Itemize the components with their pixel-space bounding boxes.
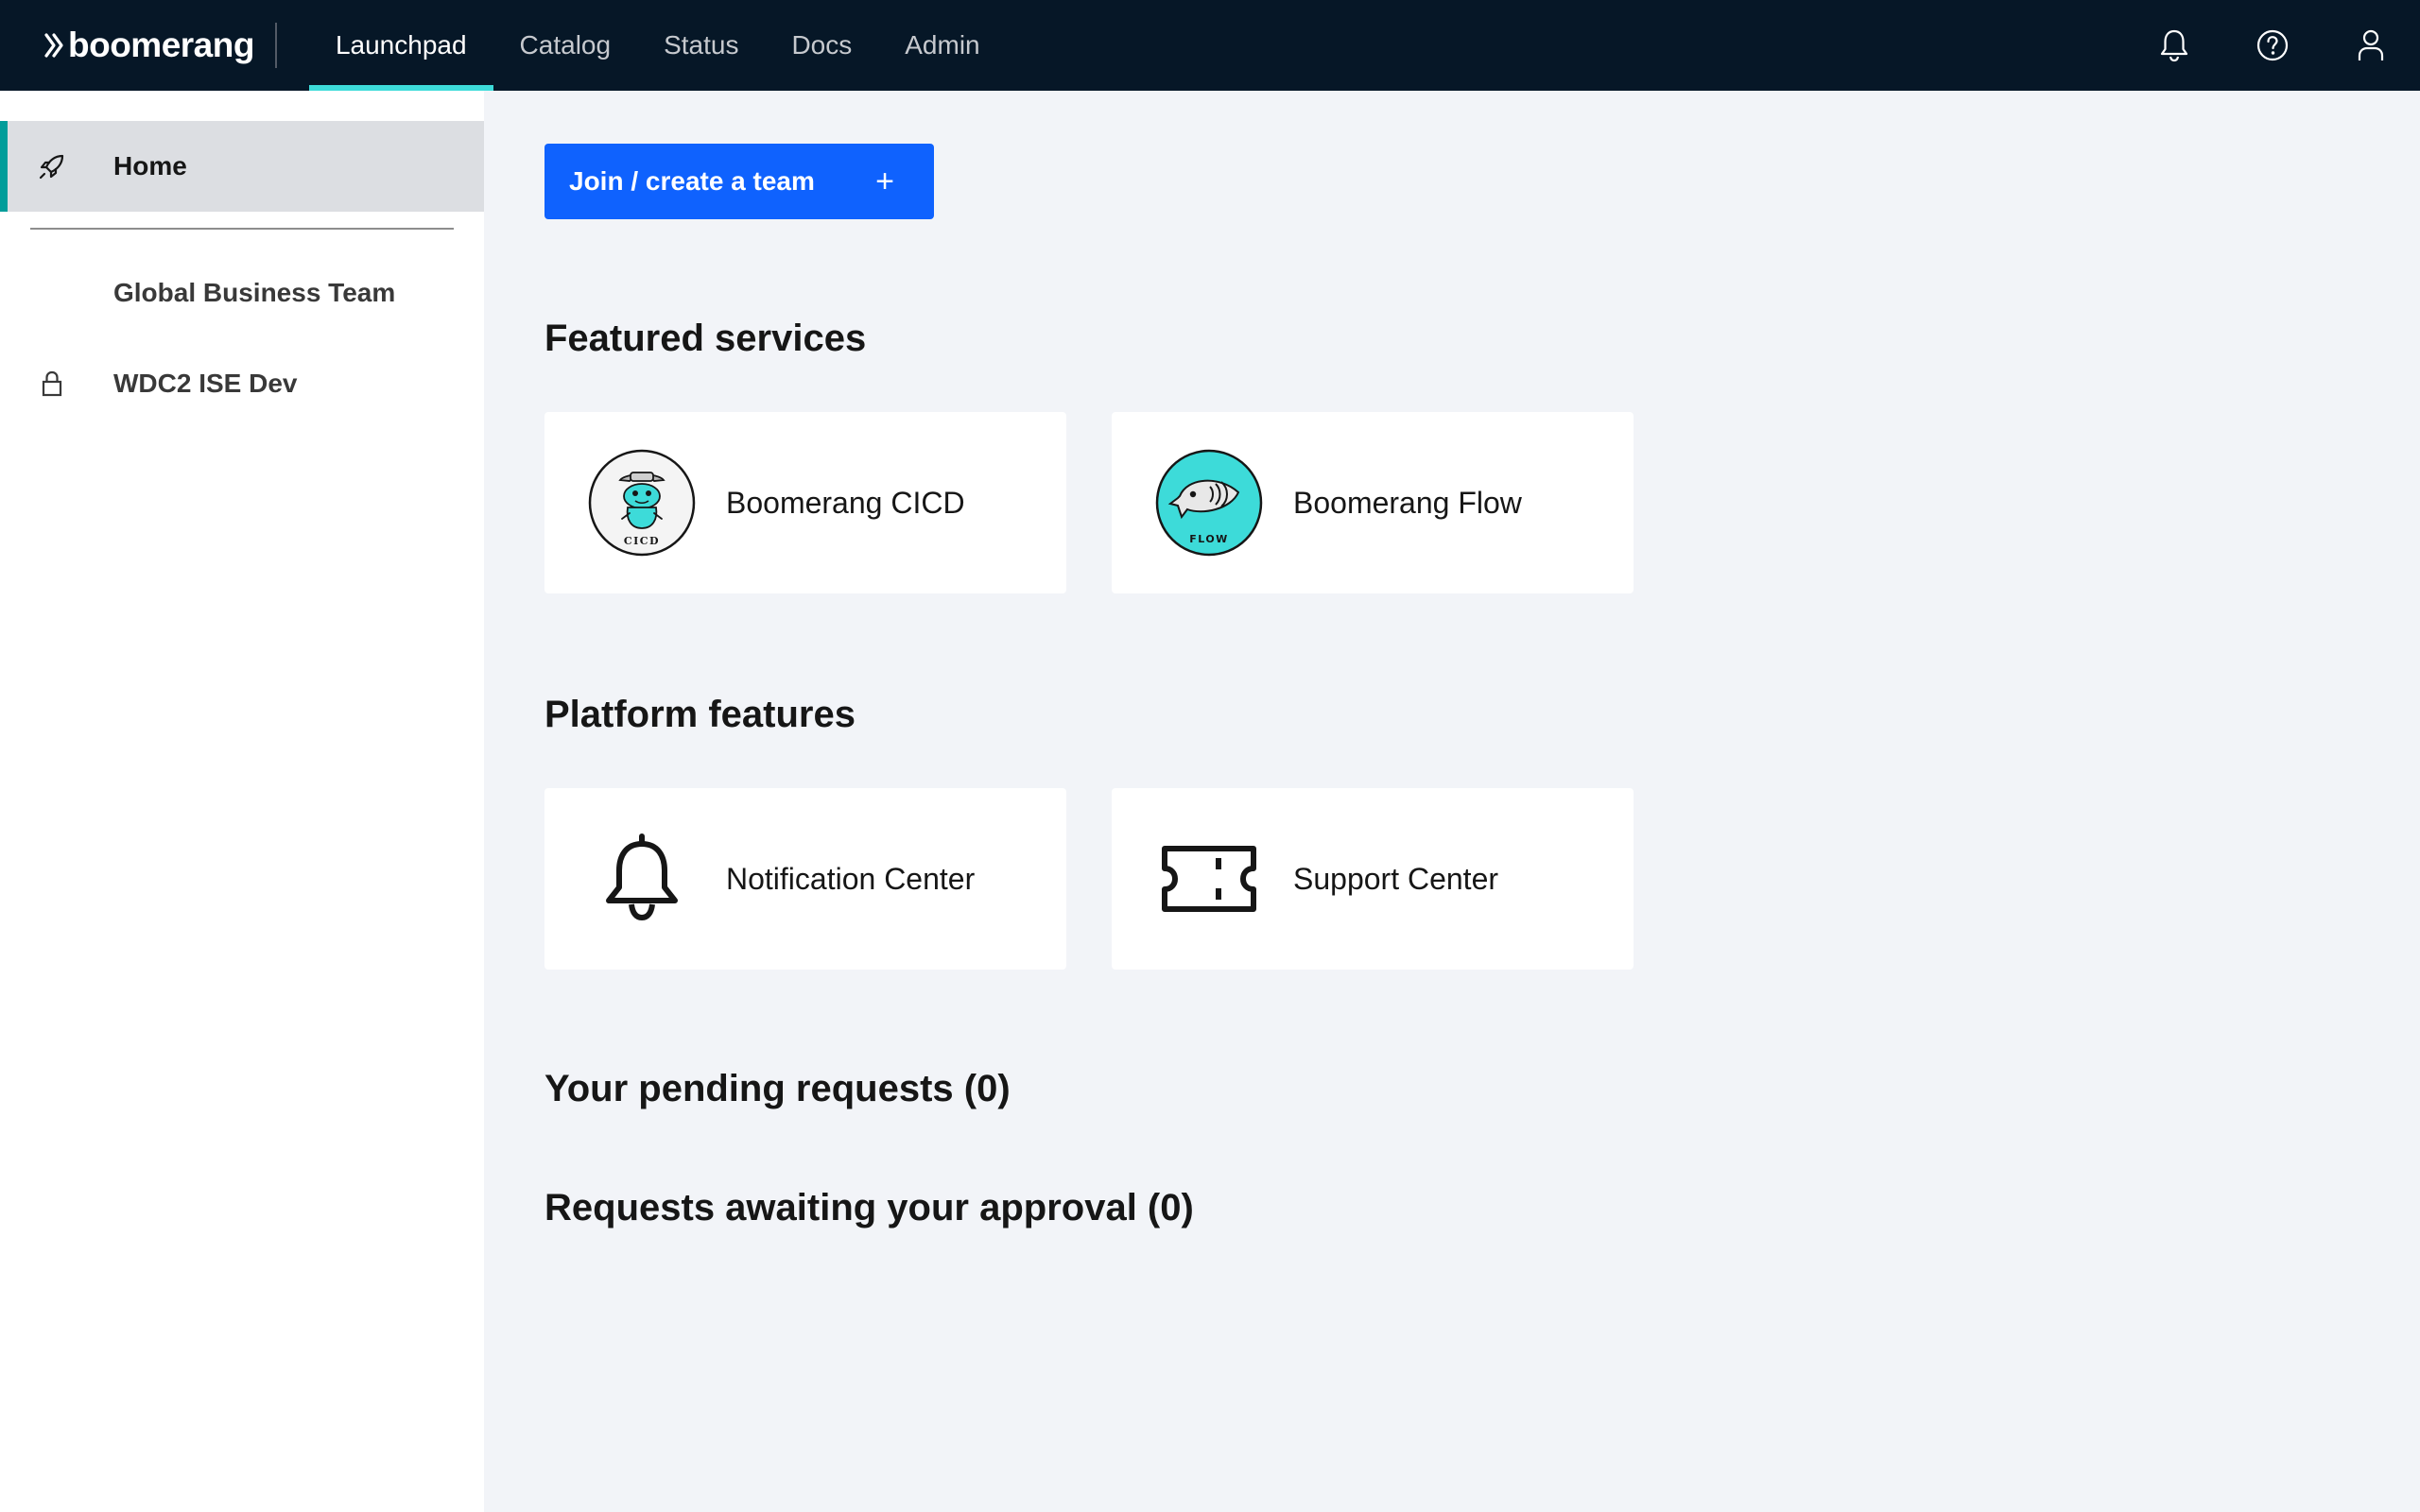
sidebar-item-label: Global Business Team <box>113 278 396 307</box>
bell-icon <box>606 833 678 921</box>
help-icon <box>2256 29 2289 61</box>
plus-icon: + <box>875 163 894 199</box>
join-create-team-button[interactable]: Join / create a team + <box>544 144 934 219</box>
sidebar-item-global-business-team[interactable]: Global Business Team <box>0 248 484 338</box>
brand-name: boomerang <box>68 26 254 64</box>
top-header: boomerang Launchpad Catalog Status Docs … <box>0 0 2420 91</box>
sidebar-divider <box>30 228 454 230</box>
pending-requests-title: Your pending requests (0) <box>544 1068 1011 1109</box>
flow-logo-icon: FLOW <box>1155 449 1263 557</box>
cicd-logo-icon: CICD <box>588 449 696 557</box>
header-nav: Launchpad Catalog Status Docs Admin <box>308 0 1007 91</box>
help-button[interactable] <box>2223 0 2322 91</box>
flow-badge-text: FLOW <box>1189 533 1229 545</box>
ticket-icon <box>1162 846 1256 912</box>
nav-launchpad[interactable]: Launchpad <box>308 0 493 91</box>
sidebar-item-label: Home <box>113 151 187 180</box>
feature-card-notification-center[interactable]: Notification Center <box>544 788 1066 970</box>
user-icon <box>2358 29 2384 60</box>
sidebar-item-home[interactable]: Home <box>0 121 484 212</box>
feature-card-support-center[interactable]: Support Center <box>1112 788 1634 970</box>
join-button-label: Join / create a team <box>569 166 815 196</box>
service-card-label: Boomerang CICD <box>726 485 965 520</box>
nav-docs[interactable]: Docs <box>765 0 878 91</box>
nav-status[interactable]: Status <box>637 0 765 91</box>
header-divider <box>274 23 277 68</box>
user-button[interactable] <box>2322 0 2420 91</box>
feature-card-label: Support Center <box>1293 861 1499 896</box>
header-actions <box>2125 0 2420 91</box>
sidebar-item-label: WDC2 ISE Dev <box>113 369 298 398</box>
platform-features-title: Platform features <box>544 694 856 735</box>
feature-card-label: Notification Center <box>726 861 976 896</box>
bell-icon <box>2160 29 2188 62</box>
approval-requests-title: Requests awaiting your approval (0) <box>544 1187 1194 1228</box>
lock-icon <box>42 370 62 397</box>
service-card-cicd[interactable]: CICD Boomerang CICD <box>544 412 1066 593</box>
featured-services-title: Featured services <box>544 318 867 359</box>
service-card-label: Boomerang Flow <box>1293 485 1522 520</box>
nav-admin[interactable]: Admin <box>878 0 1006 91</box>
cicd-badge-text: CICD <box>624 535 660 547</box>
notifications-button[interactable] <box>2125 0 2223 91</box>
service-card-flow[interactable]: FLOW Boomerang Flow <box>1112 412 1634 593</box>
sidebar-item-wdc2-ise-dev[interactable]: WDC2 ISE Dev <box>0 338 484 429</box>
sidebar: Home Global Business Team WDC2 ISE Dev <box>0 91 484 1512</box>
brand-logo[interactable]: boomerang <box>0 0 313 91</box>
nav-catalog[interactable]: Catalog <box>493 0 638 91</box>
rocket-icon <box>39 154 64 180</box>
boomerang-chevron-icon <box>44 33 63 58</box>
